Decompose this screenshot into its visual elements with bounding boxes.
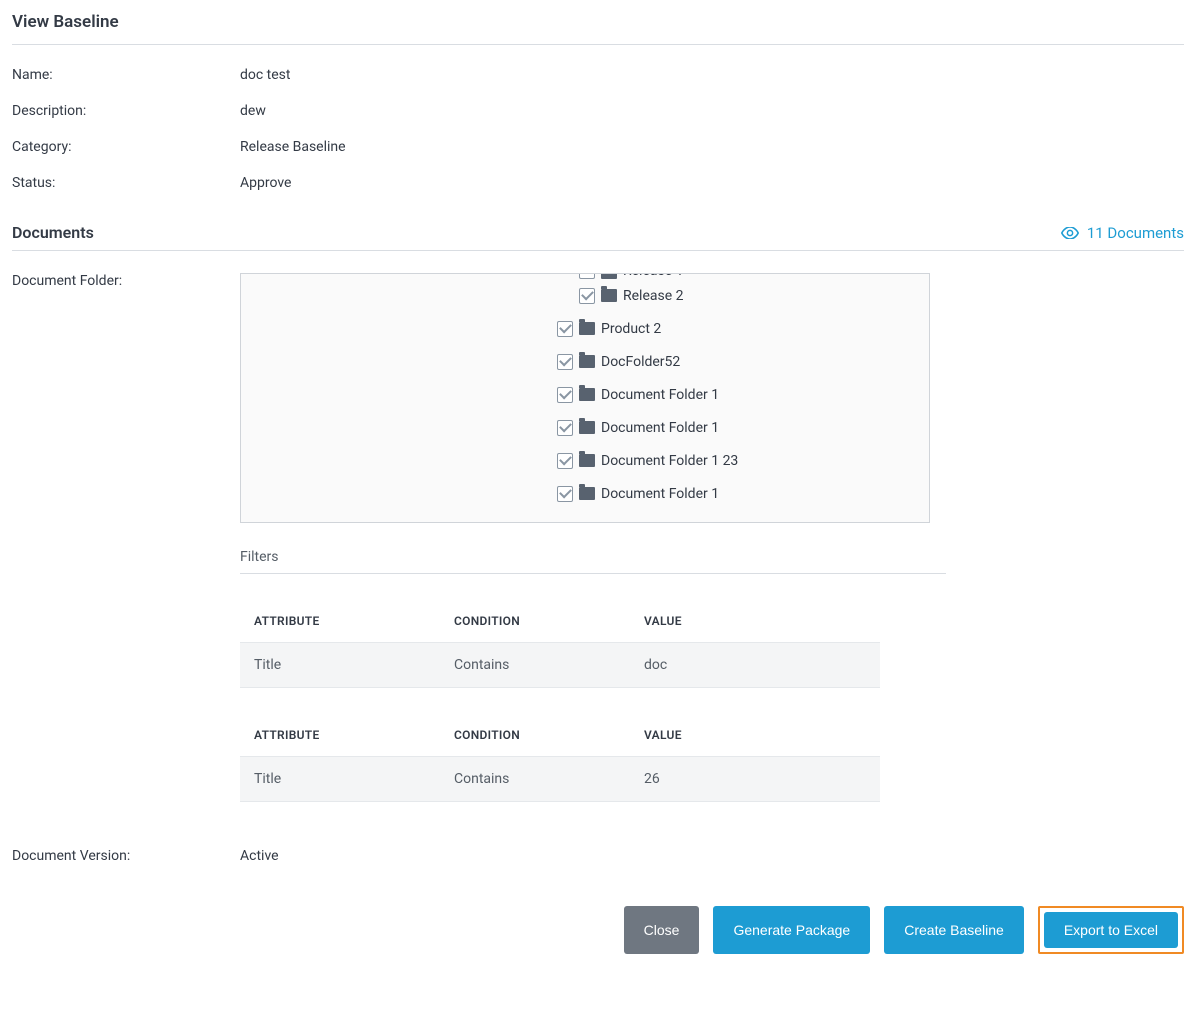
action-buttons: Close Generate Package Create Baseline E… [12,906,1184,954]
folder-icon [601,289,617,302]
filter-attribute: Title [240,643,440,688]
name-label: Name: [12,67,240,83]
checkbox-icon[interactable] [557,486,573,502]
page-title: View Baseline [12,8,1184,45]
document-version-label: Document Version: [12,848,240,864]
folder-icon [579,454,595,467]
checkbox-icon[interactable] [557,453,573,469]
filter-table-1: ATTRIBUTE CONDITION VALUE Title Contains… [240,600,880,688]
documents-count-link[interactable]: 11 Documents [1061,224,1184,242]
folder-icon [579,322,595,335]
filters-title: Filters [240,549,946,574]
filter-row: Title Contains doc [240,643,880,688]
checkbox-icon[interactable] [579,288,595,304]
tree-item[interactable]: Document Folder 1 [241,378,929,411]
field-description: Description: dew [12,103,1184,119]
filter-table-2: ATTRIBUTE CONDITION VALUE Title Contains… [240,714,880,802]
filter-attribute: Title [240,757,440,802]
filter-row: Title Contains 26 [240,757,880,802]
tree-item[interactable]: Product 2 [241,312,929,345]
export-highlight: Export to Excel [1038,906,1184,954]
tree-label: Release 1 [623,274,683,279]
tree-label: DocFolder52 [601,354,680,370]
filter-header-value: VALUE [630,714,880,757]
description-label: Description: [12,103,240,119]
create-baseline-button[interactable]: Create Baseline [884,906,1024,954]
category-value: Release Baseline [240,139,346,155]
tree-label: Document Folder 1 [601,420,719,436]
folder-icon [579,355,595,368]
document-version-row: Document Version: Active [12,848,1184,864]
folder-icon [579,487,595,500]
filter-value: doc [630,643,880,688]
status-value: Approve [240,175,291,191]
documents-count-text: 11 Documents [1087,224,1184,242]
generate-package-button[interactable]: Generate Package [713,906,870,954]
filter-condition: Contains [440,757,630,802]
document-folder-label: Document Folder: [12,273,240,289]
filter-header-condition: CONDITION [440,714,630,757]
filter-condition: Contains [440,643,630,688]
status-label: Status: [12,175,240,191]
filter-header-condition: CONDITION [440,600,630,643]
checkbox-icon[interactable] [557,387,573,403]
tree-label: Document Folder 1 [601,486,719,502]
description-value: dew [240,103,266,119]
field-category: Category: Release Baseline [12,139,1184,155]
checkbox-icon[interactable] [579,274,595,279]
filter-header-value: VALUE [630,600,880,643]
documents-title: Documents [12,223,94,242]
tree-label: Release 2 [623,288,683,304]
checkbox-icon[interactable] [557,321,573,337]
folder-tree[interactable]: Release 1 Release 2 Product 2 DocFolder52 Do… [240,273,930,523]
tree-item[interactable]: Document Folder 1 [241,411,929,444]
checkbox-icon[interactable] [557,420,573,436]
export-to-excel-button[interactable]: Export to Excel [1044,912,1178,948]
folder-icon [579,421,595,434]
field-status: Status: Approve [12,175,1184,191]
tree-item[interactable]: Release 2 [241,279,929,312]
document-version-value: Active [240,848,279,864]
eye-icon [1061,227,1079,239]
close-button[interactable]: Close [624,906,700,954]
tree-label: Document Folder 1 [601,387,719,403]
filter-header-attribute: ATTRIBUTE [240,714,440,757]
filter-value: 26 [630,757,880,802]
name-value: doc test [240,67,291,83]
documents-section-header: Documents 11 Documents [12,223,1184,251]
category-label: Category: [12,139,240,155]
filter-header-attribute: ATTRIBUTE [240,600,440,643]
tree-item[interactable]: Document Folder 1 [241,477,929,510]
checkbox-icon[interactable] [557,354,573,370]
tree-label: Document Folder 1 23 [601,453,738,469]
document-folder-row: Document Folder: Release 1 Release 2 Produ… [12,273,1184,828]
tree-label: Product 2 [601,321,661,337]
folder-icon [601,274,617,279]
tree-item[interactable]: DocFolder52 [241,345,929,378]
field-name: Name: doc test [12,67,1184,83]
folder-icon [579,388,595,401]
tree-item[interactable]: Document Folder 1 23 [241,444,929,477]
